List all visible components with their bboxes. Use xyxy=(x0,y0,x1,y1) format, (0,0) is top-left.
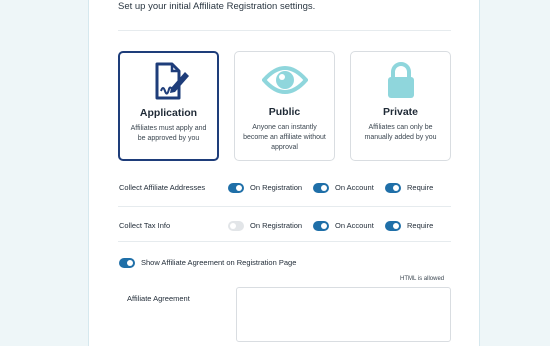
card-title: Public xyxy=(268,106,301,118)
card-description: Affiliates can only be manually added by… xyxy=(364,124,437,141)
addresses-on-account-label: On Account xyxy=(335,183,374,192)
show-agreement-label: Show Affiliate Agreement on Registration… xyxy=(141,258,297,267)
tax-on-registration-label: On Registration xyxy=(250,221,303,230)
addresses-require-label: Require xyxy=(407,183,434,192)
card-title: Private xyxy=(382,106,419,118)
tax-on-account-label: On Account xyxy=(335,221,374,230)
registration-type-card-application[interactable]: Application Affiliates must apply and be… xyxy=(118,51,219,161)
registration-type-card-public[interactable]: Public Anyone can instantly become an af… xyxy=(234,51,335,161)
eye-icon xyxy=(235,60,334,100)
tax-require-toggle[interactable] xyxy=(385,221,401,231)
html-allowed-note: HTML is allowed xyxy=(400,276,445,282)
addresses-on-account-toggle[interactable] xyxy=(313,183,329,193)
affiliate-agreement-textarea[interactable] xyxy=(236,287,451,342)
addresses-on-registration-label: On Registration xyxy=(250,183,303,192)
show-agreement-toggle[interactable] xyxy=(119,258,135,268)
tax-require-label: Require xyxy=(407,221,434,230)
card-title: Application xyxy=(139,107,198,119)
collect-addresses-label: Collect Affiliate Addresses xyxy=(119,183,206,192)
card-description: Affiliates must apply and be approved by… xyxy=(130,125,207,142)
registration-type-card-private[interactable]: Private Affiliates can only be manually … xyxy=(350,51,451,161)
divider xyxy=(118,241,451,242)
settings-panel: Set up your initial Affiliate Registrati… xyxy=(88,0,480,346)
addresses-require-toggle[interactable] xyxy=(385,183,401,193)
affiliate-agreement-label: Affiliate Agreement xyxy=(127,294,190,303)
addresses-on-registration-toggle[interactable] xyxy=(228,183,244,193)
card-description: Anyone can instantly become an affiliate… xyxy=(243,124,326,151)
padlock-icon xyxy=(351,60,450,100)
divider xyxy=(118,206,451,207)
document-signature-icon xyxy=(120,61,217,101)
divider xyxy=(118,30,451,31)
collect-tax-label: Collect Tax Info xyxy=(119,221,171,230)
intro-text: Set up your initial Affiliate Registrati… xyxy=(118,1,316,12)
tax-on-registration-toggle[interactable] xyxy=(228,221,244,231)
tax-on-account-toggle[interactable] xyxy=(313,221,329,231)
